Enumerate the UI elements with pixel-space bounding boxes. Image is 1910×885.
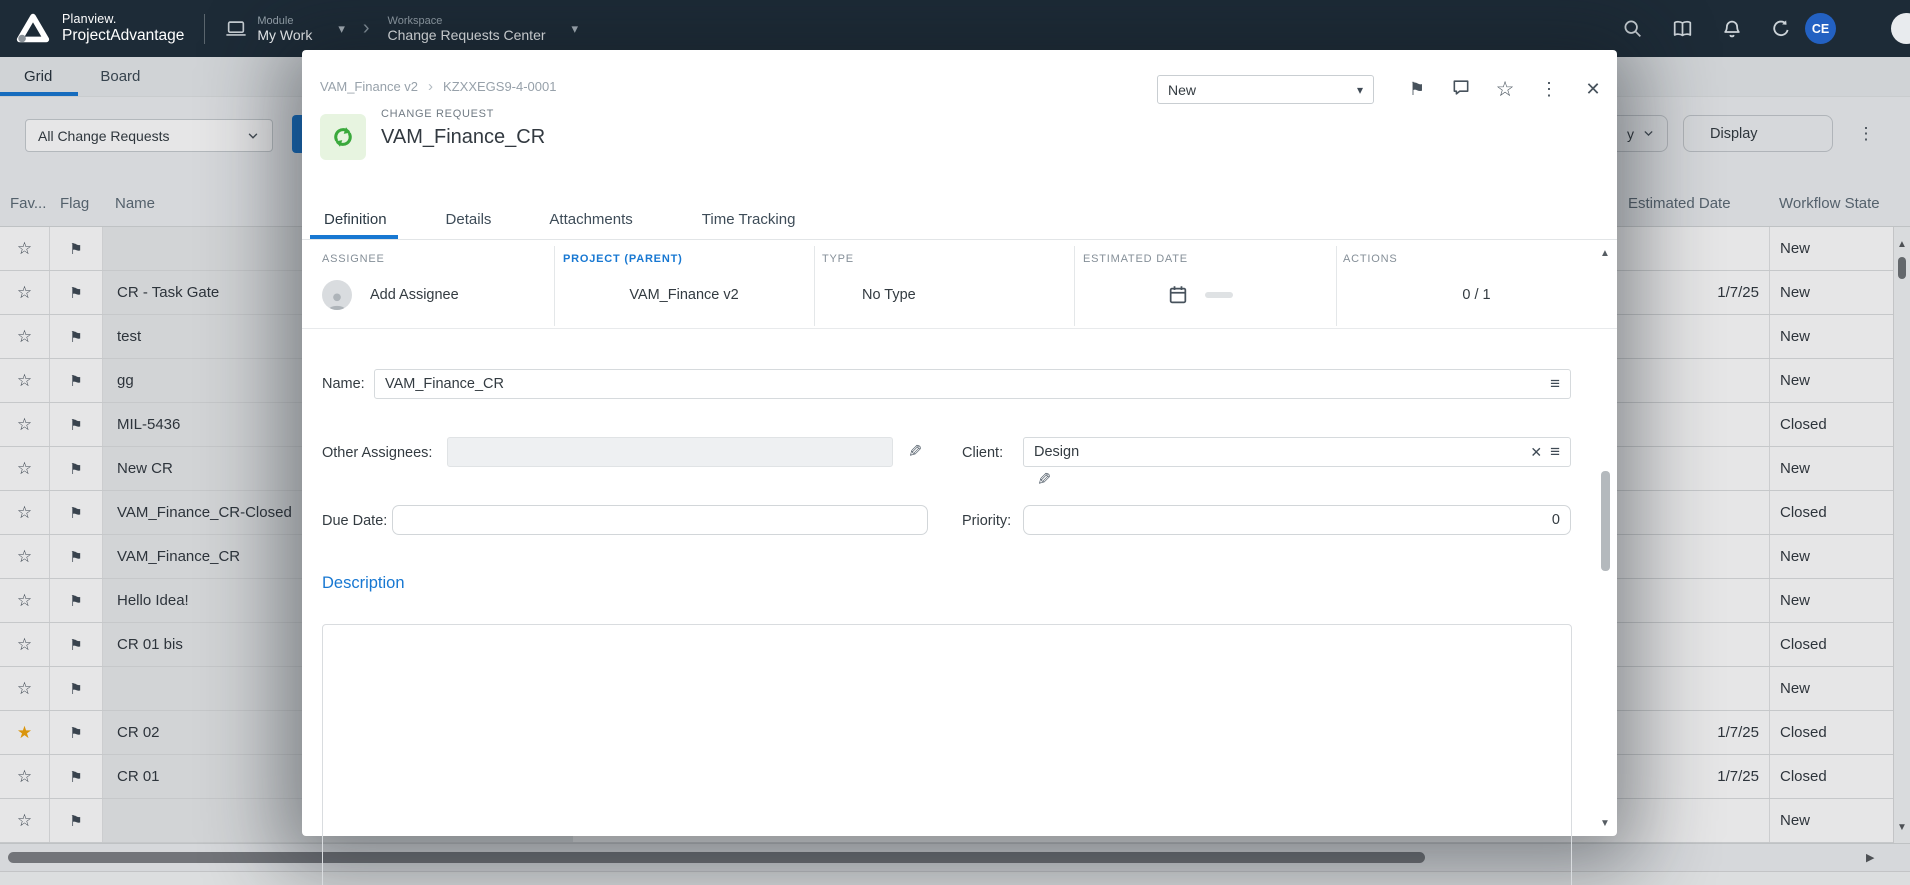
topbar-divider: [204, 14, 205, 44]
client-field-label: Client:: [962, 445, 1003, 461]
field-menu-hamburger-icon[interactable]: ≡: [1550, 374, 1560, 394]
modal-scrollbar-thumb[interactable]: [1601, 471, 1610, 571]
brand-line2: ProjectAdvantage: [62, 27, 184, 45]
person-avatar-icon: [322, 280, 352, 310]
laptop-icon: [225, 18, 247, 40]
close-icon[interactable]: ✕: [1582, 79, 1604, 100]
brand-line1: Planview.: [62, 12, 184, 26]
tab-attachments[interactable]: Attachments: [540, 211, 641, 228]
actions-count[interactable]: 0 / 1: [1336, 278, 1617, 312]
breadcrumb-id: KZXXEGS9-4-0001: [443, 79, 556, 94]
add-assignee-text: Add Assignee: [370, 287, 459, 303]
module-switcher[interactable]: Module My Work ▾: [225, 15, 345, 43]
summary-band: ASSIGNEE PROJECT (PARENT) TYPE ESTIMATED…: [302, 240, 1617, 329]
assignee-label: ASSIGNEE: [322, 253, 385, 265]
breadcrumb-chevron-icon: ›: [363, 17, 370, 40]
tab-details[interactable]: Details: [437, 211, 501, 228]
breadcrumb-parent[interactable]: VAM_Finance v2: [320, 79, 418, 94]
name-input-value: VAM_Finance_CR: [385, 376, 504, 392]
entity-type-label: CHANGE REQUEST: [381, 108, 494, 120]
page-title: VAM_Finance_CR: [381, 126, 545, 149]
workspace-caret-icon[interactable]: ▾: [572, 21, 579, 37]
modal-header-actions: ⚑ ☆ ⋮ ✕: [1406, 75, 1604, 104]
description-heading[interactable]: Description: [322, 574, 405, 593]
workflow-status-dropdown[interactable]: New ▾: [1157, 75, 1374, 104]
client-input-value: Design: [1034, 444, 1079, 460]
client-input[interactable]: Design ✕ ≡: [1023, 437, 1571, 467]
secondary-avatar-partial: [1891, 13, 1910, 44]
type-value: No Type: [862, 278, 916, 312]
summary-separator: [1074, 246, 1075, 326]
favorite-star-icon[interactable]: ☆: [1494, 77, 1516, 102]
add-assignee-button[interactable]: Add Assignee: [322, 278, 459, 312]
chevron-down-icon: ▾: [1357, 83, 1363, 97]
workspace-label: Workspace: [388, 15, 546, 27]
refresh-icon[interactable]: [1770, 18, 1792, 40]
top-bar: Planview. ProjectAdvantage Module My Wor…: [0, 0, 1910, 57]
more-options-kebab-icon[interactable]: ⋮: [1538, 79, 1560, 100]
priority-input[interactable]: 0: [1023, 505, 1571, 535]
module-caret-icon[interactable]: ▾: [338, 21, 345, 37]
due-date-label: Due Date:: [322, 513, 387, 529]
priority-value: 0: [1552, 512, 1560, 528]
comment-icon[interactable]: [1450, 77, 1472, 102]
user-avatar[interactable]: CE: [1805, 13, 1836, 44]
estimated-date-label: ESTIMATED DATE: [1083, 253, 1188, 265]
change-request-modal: VAM_Finance v2 › KZXXEGS9-4-0001 New ▾ ⚑…: [302, 50, 1617, 836]
tab-time-tracking[interactable]: Time Tracking: [693, 211, 805, 228]
project-parent-value[interactable]: VAM_Finance v2: [554, 278, 814, 312]
edit-other-assignees-pencil-icon[interactable]: ✎: [908, 442, 922, 462]
brand: Planview. ProjectAdvantage: [62, 12, 184, 44]
topbar-actions: [1622, 0, 1792, 57]
workspace-switcher[interactable]: Workspace Change Requests Center ▾: [388, 15, 579, 43]
search-icon[interactable]: [1622, 18, 1644, 40]
app-window: Planview. ProjectAdvantage Module My Wor…: [0, 0, 1910, 885]
workspace-value: Change Requests Center: [388, 27, 546, 43]
project-parent-label[interactable]: PROJECT (PARENT): [563, 253, 683, 265]
name-input[interactable]: VAM_Finance_CR ≡: [374, 369, 1571, 399]
module-value: My Work: [257, 27, 312, 43]
field-menu-hamburger-icon[interactable]: ≡: [1550, 442, 1560, 462]
planview-logo-icon: [14, 10, 52, 48]
priority-label: Priority:: [962, 513, 1011, 529]
breadcrumb: VAM_Finance v2 › KZXXEGS9-4-0001: [320, 78, 556, 95]
name-field-label: Name:: [322, 376, 365, 392]
edit-type-pencil-icon[interactable]: ✎: [1037, 470, 1051, 490]
clear-client-icon[interactable]: ✕: [1530, 444, 1542, 461]
description-editor[interactable]: [322, 624, 1572, 885]
scroll-down-icon[interactable]: ▼: [1600, 818, 1610, 829]
help-book-icon[interactable]: [1671, 18, 1694, 40]
estimated-date-value[interactable]: [1167, 278, 1233, 312]
tab-definition[interactable]: Definition: [315, 211, 396, 228]
type-label: TYPE: [822, 253, 854, 265]
summary-separator: [814, 246, 815, 326]
breadcrumb-separator-icon: ›: [428, 78, 433, 95]
due-date-input[interactable]: [392, 505, 928, 535]
workflow-status-value: New: [1168, 82, 1196, 98]
calendar-icon: [1167, 284, 1189, 306]
scroll-up-icon[interactable]: ▲: [1600, 248, 1610, 259]
notifications-bell-icon[interactable]: [1721, 18, 1743, 40]
empty-date-dash: [1205, 292, 1233, 298]
change-request-type-icon: [320, 114, 366, 160]
other-assignees-label: Other Assignees:: [322, 445, 432, 461]
module-label: Module: [257, 15, 312, 27]
modal-scrollbar[interactable]: ▲ ▼: [1598, 246, 1614, 836]
flag-icon[interactable]: ⚑: [1406, 79, 1428, 100]
modal-tab-bar: Definition Details Attachments Time Trac…: [315, 200, 804, 239]
actions-label: ACTIONS: [1343, 253, 1398, 265]
other-assignees-input[interactable]: [447, 437, 893, 467]
